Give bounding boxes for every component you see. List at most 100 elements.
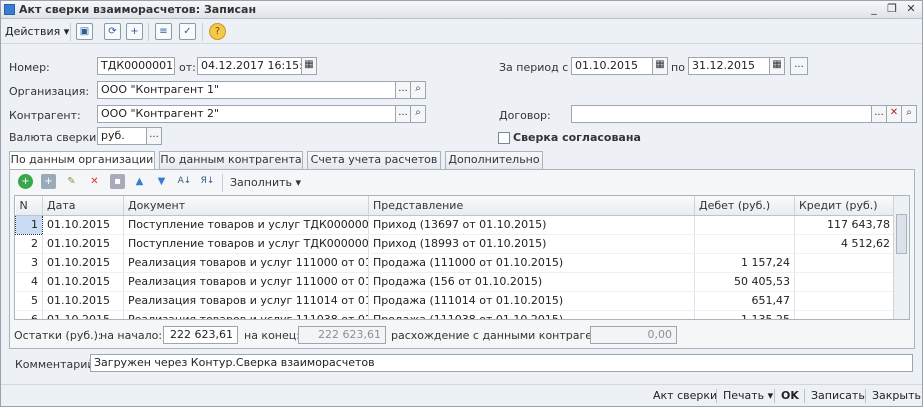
- contract-select-button[interactable]: ...: [871, 105, 887, 123]
- scrollbar-thumb[interactable]: [896, 214, 907, 254]
- reconciliation-act-button[interactable]: Акт сверки: [653, 389, 717, 402]
- contractor-field[interactable]: ООО "Контрагент 2": [97, 105, 396, 123]
- move-up-icon[interactable]: ▲: [132, 174, 147, 189]
- move-down-icon[interactable]: ▼: [154, 174, 169, 189]
- minimize-icon[interactable]: _: [867, 2, 881, 16]
- currency-select-button[interactable]: ...: [146, 127, 162, 145]
- refresh-icon[interactable]: ⟳: [104, 23, 121, 40]
- row-debit: 50 405,53: [694, 272, 795, 292]
- sort-asc-icon[interactable]: A↓: [177, 174, 192, 189]
- difference-field: 0,00: [590, 326, 677, 344]
- difference-label: расхождение с данными контрагента:: [391, 329, 617, 342]
- period-label: За период с: [499, 61, 569, 74]
- tab-accounts[interactable]: Счета учета расчетов: [307, 151, 441, 169]
- table-row[interactable]: 4 01.10.2015 Реализация товаров и услуг …: [15, 272, 895, 292]
- save-button[interactable]: Записать: [811, 389, 865, 402]
- organization-field[interactable]: ООО "Контрагент 1": [97, 81, 396, 99]
- end-balance-field: 222 623,61: [298, 326, 386, 344]
- column-header[interactable]: N: [15, 196, 43, 216]
- print-label: Печать: [723, 389, 765, 402]
- row-presentation: Продажа (111014 от 01.10.2015): [368, 291, 695, 311]
- actions-menu[interactable]: Действия ▾: [5, 25, 69, 38]
- delete-icon[interactable]: ✕: [87, 174, 102, 189]
- row-credit: [794, 310, 895, 319]
- column-header[interactable]: Кредит (руб.): [794, 196, 895, 216]
- toolbar-separator: [202, 23, 203, 41]
- table-row[interactable]: 5 01.10.2015 Реализация товаров и услуг …: [15, 291, 895, 311]
- main-toolbar: Действия ▾ ▣ ⟳ + ≡ ✓ ?: [1, 20, 922, 44]
- comment-field[interactable]: Загружен через Контур.Сверка взаиморасче…: [90, 354, 913, 372]
- tab-organization-data[interactable]: По данным организации: [9, 151, 155, 170]
- sort-desc-icon[interactable]: Я↓: [200, 174, 215, 189]
- organization-select-button[interactable]: ...: [395, 81, 411, 99]
- row-document: Реализация товаров и услуг 111038 от 01.…: [123, 310, 369, 319]
- edit-icon[interactable]: ✎: [64, 174, 79, 189]
- table-header: N Дата Документ Представление Дебет (руб…: [15, 196, 895, 216]
- row-credit: [794, 272, 895, 292]
- search-icon[interactable]: ⌕: [901, 105, 917, 123]
- search-icon[interactable]: ⌕: [410, 81, 426, 99]
- date-field[interactable]: 04.12.2017 16:15:38: [197, 57, 302, 75]
- fill-menu[interactable]: Заполнить ▾: [230, 176, 301, 189]
- restore-icon[interactable]: ❐: [885, 2, 899, 16]
- row-date: 01.10.2015: [42, 272, 124, 292]
- period-from-field[interactable]: 01.10.2015: [571, 57, 653, 75]
- contractor-select-button[interactable]: ...: [395, 105, 411, 123]
- table-row[interactable]: 2 01.10.2015 Поступление товаров и услуг…: [15, 234, 895, 254]
- row-number: 5: [15, 291, 43, 311]
- contractor-label: Контрагент:: [9, 109, 81, 122]
- row-credit: 4 512,62: [794, 234, 895, 254]
- end-edit-icon[interactable]: ▪: [110, 174, 125, 189]
- table-row[interactable]: 6 01.10.2015 Реализация товаров и услуг …: [15, 310, 895, 319]
- tab-panel: + + ✎ ✕ ▪ ▲ ▼ A↓ Я↓ Заполнить ▾ N Дата Д…: [9, 169, 915, 349]
- calendar-icon[interactable]: ▦: [769, 57, 785, 75]
- table-scrollbar[interactable]: [893, 196, 909, 319]
- column-header[interactable]: Представление: [368, 196, 695, 216]
- contract-field[interactable]: [571, 105, 872, 123]
- number-label: Номер:: [9, 61, 50, 74]
- column-header[interactable]: Дата: [42, 196, 124, 216]
- toolbar-separator: [70, 23, 71, 41]
- start-balance-field[interactable]: 222 623,61: [163, 326, 238, 344]
- actions-label: Действия: [5, 25, 61, 38]
- ok-button[interactable]: OK: [781, 389, 799, 402]
- table-row[interactable]: 1 01.10.2015 Поступление товаров и услуг…: [15, 214, 895, 235]
- clear-icon[interactable]: ✕: [886, 105, 902, 123]
- copy-icon[interactable]: +: [126, 23, 143, 40]
- close-icon[interactable]: ✕: [904, 2, 918, 16]
- column-header[interactable]: Дебет (руб.): [694, 196, 795, 216]
- search-icon[interactable]: ⌕: [410, 105, 426, 123]
- help-icon[interactable]: ?: [209, 23, 226, 40]
- totals-label: Остатки (руб.):: [14, 329, 102, 342]
- number-field[interactable]: ТДК00000012: [97, 57, 175, 75]
- row-document: Реализация товаров и услуг 111000 от 01.…: [123, 253, 369, 273]
- tab-additional[interactable]: Дополнительно: [445, 151, 543, 169]
- calendar-icon[interactable]: ▦: [652, 57, 668, 75]
- row-debit: [694, 215, 795, 235]
- tab-contractor-data[interactable]: По данным контрагента: [159, 151, 303, 169]
- currency-field[interactable]: руб.: [97, 127, 147, 145]
- close-button[interactable]: Закрыть: [872, 389, 921, 402]
- checklist-icon[interactable]: ✓: [179, 23, 196, 40]
- row-presentation: Продажа (111038 от 01.10.2015): [368, 310, 695, 319]
- row-presentation: Продажа (111000 от 01.10.2015): [368, 253, 695, 273]
- document-list-icon[interactable]: ≡: [155, 23, 172, 40]
- footer-bar: Акт сверки Печать ▾ OK Записать Закрыть: [1, 384, 922, 406]
- add-icon[interactable]: +: [18, 174, 33, 189]
- period-to-field[interactable]: 31.12.2015: [688, 57, 770, 75]
- document-icon: [4, 4, 15, 15]
- column-header[interactable]: Документ: [123, 196, 369, 216]
- agreed-checkbox[interactable]: [498, 132, 510, 144]
- copy-row-icon[interactable]: +: [41, 174, 56, 189]
- organization-label: Организация:: [9, 85, 90, 98]
- window-title: Акт сверки взаимора­счетов: Записан: [19, 3, 257, 16]
- row-date: 01.10.2015: [42, 291, 124, 311]
- row-date: 01.10.2015: [42, 215, 124, 235]
- table-row[interactable]: 3 01.10.2015 Реализация товаров и услуг …: [15, 253, 895, 273]
- period-select-button[interactable]: ...: [790, 57, 808, 75]
- print-menu[interactable]: Печать ▾: [723, 389, 773, 402]
- save-close-icon[interactable]: ▣: [76, 23, 93, 40]
- document-window: Акт сверки взаимора­счетов: Записан _ ❐ …: [0, 0, 923, 407]
- calendar-icon[interactable]: ▦: [301, 57, 317, 75]
- row-presentation: Продажа (156 от 01.10.2015): [368, 272, 695, 292]
